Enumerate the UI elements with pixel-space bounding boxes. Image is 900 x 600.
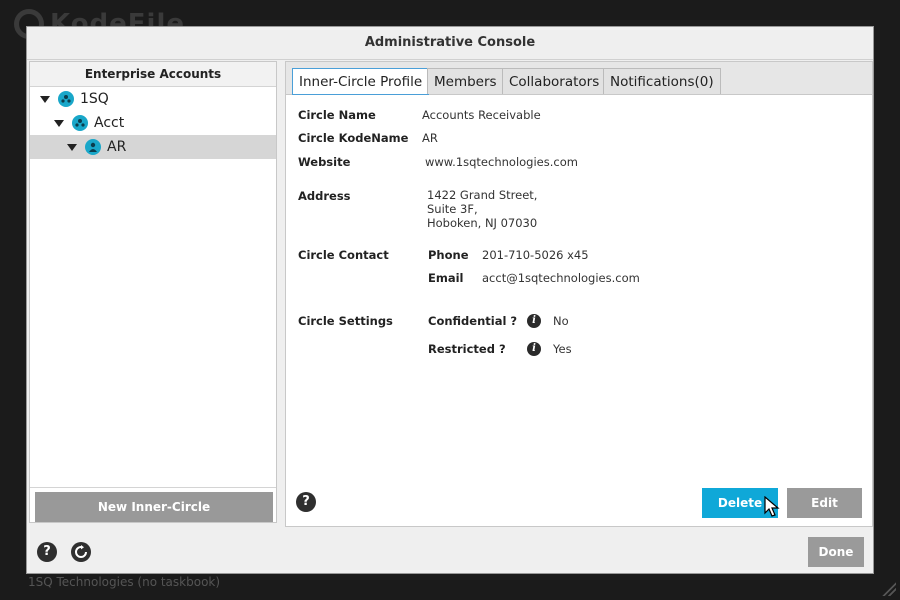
enterprise-accounts-panel: Enterprise Accounts 1SQ Acct AR New Inne… bbox=[29, 61, 277, 523]
restricted-value: Yes bbox=[553, 342, 572, 356]
email-label: Email bbox=[428, 271, 464, 285]
circle-contact-label: Circle Contact bbox=[298, 248, 389, 262]
profile-help-icon[interactable]: ? bbox=[296, 492, 316, 512]
administrative-console-dialog: Administrative Console Enterprise Accoun… bbox=[26, 26, 874, 574]
circle-kodename-value: AR bbox=[422, 131, 438, 145]
confidential-value: No bbox=[553, 314, 569, 328]
address-label: Address bbox=[298, 189, 351, 203]
restricted-label: Restricted ? bbox=[428, 342, 506, 356]
phone-value: 201-710-5026 x45 bbox=[482, 248, 589, 262]
tree-item-acct[interactable]: Acct bbox=[30, 111, 276, 135]
expand-caret-icon[interactable] bbox=[40, 94, 50, 104]
circle-kodename-label: Circle KodeName bbox=[298, 131, 409, 145]
website-value: www.1sqtechnologies.com bbox=[425, 155, 578, 169]
address-line-1: 1422 Grand Street, bbox=[427, 188, 538, 202]
profile-panel: Inner-Circle Profile Members Collaborato… bbox=[285, 61, 873, 527]
left-panel-divider bbox=[30, 487, 276, 488]
expand-caret-icon[interactable] bbox=[54, 118, 64, 128]
expand-caret-icon[interactable] bbox=[67, 142, 77, 152]
done-button[interactable]: Done bbox=[808, 537, 864, 567]
mouse-cursor-icon bbox=[764, 496, 780, 517]
edit-button[interactable]: Edit bbox=[787, 488, 862, 518]
tree-item-label: Acct bbox=[94, 115, 125, 131]
circle-person-icon bbox=[85, 139, 101, 155]
circle-group-icon bbox=[72, 115, 88, 131]
resize-grip-icon[interactable] bbox=[882, 582, 896, 596]
phone-label: Phone bbox=[428, 248, 469, 262]
email-value: acct@1sqtechnologies.com bbox=[482, 271, 640, 285]
address-line-3: Hoboken, NJ 07030 bbox=[427, 216, 538, 230]
tab-members[interactable]: Members bbox=[427, 68, 504, 94]
circle-name-label: Circle Name bbox=[298, 108, 376, 122]
restricted-info-icon[interactable]: i bbox=[527, 342, 541, 356]
tab-notifications[interactable]: Notifications(0) bbox=[603, 68, 721, 94]
confidential-label: Confidential ? bbox=[428, 314, 518, 328]
address-line-2: Suite 3F, bbox=[427, 202, 478, 216]
console-help-icon[interactable]: ? bbox=[37, 542, 57, 562]
circle-group-icon bbox=[58, 91, 74, 107]
tree-item-1sq[interactable]: 1SQ bbox=[30, 87, 276, 111]
new-inner-circle-button[interactable]: New Inner-Circle bbox=[35, 492, 273, 522]
confidential-info-icon[interactable]: i bbox=[527, 314, 541, 328]
circle-name-value: Accounts Receivable bbox=[422, 108, 541, 122]
tab-inner-circle-profile[interactable]: Inner-Circle Profile bbox=[292, 68, 430, 95]
tab-collaborators[interactable]: Collaborators bbox=[502, 68, 607, 94]
tree-item-label: AR bbox=[107, 139, 127, 155]
tree-item-ar[interactable]: AR bbox=[30, 135, 276, 159]
tree-item-label: 1SQ bbox=[80, 91, 109, 107]
enterprise-accounts-header: Enterprise Accounts bbox=[30, 62, 276, 87]
background-footer-text: 1SQ Technologies (no taskbook) bbox=[28, 575, 221, 589]
tab-bar: Inner-Circle Profile Members Collaborato… bbox=[286, 62, 872, 95]
circle-settings-label: Circle Settings bbox=[298, 314, 393, 328]
website-label: Website bbox=[298, 155, 351, 169]
refresh-icon[interactable] bbox=[71, 542, 91, 562]
dialog-title: Administrative Console bbox=[27, 27, 873, 60]
